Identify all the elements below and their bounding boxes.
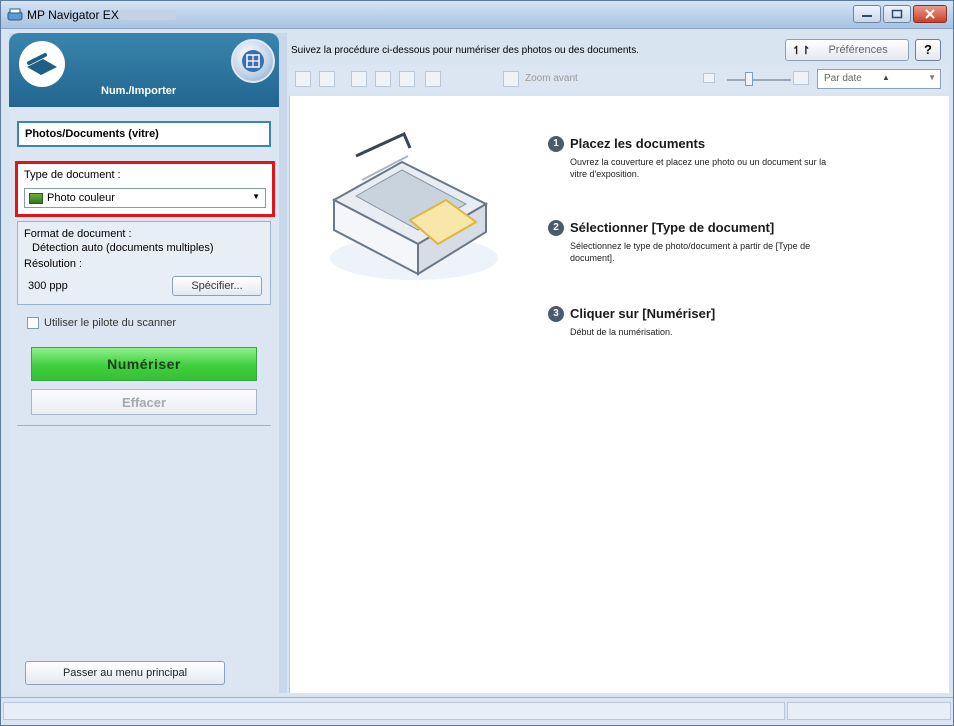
help-button[interactable]: ? — [915, 39, 941, 61]
rotate-right-icon[interactable] — [375, 71, 391, 87]
window-title: MP Navigator EX — [27, 8, 119, 22]
scan-button[interactable]: Numériser — [31, 347, 257, 381]
close-button[interactable] — [913, 5, 947, 23]
scan-settings-panel: Photos/Documents (vitre) Type de documen… — [9, 107, 279, 693]
minimize-icon — [862, 15, 872, 17]
slider-thumb[interactable] — [745, 72, 753, 86]
step-number: 2 — [548, 220, 564, 236]
scan-header: Num./Importer — [9, 33, 279, 107]
select-all-icon[interactable] — [295, 71, 311, 87]
step-number: 1 — [548, 136, 564, 152]
crop-icon[interactable] — [425, 71, 441, 87]
format-label: Format de document : — [24, 228, 132, 240]
resolution-value: 300 ppp — [28, 280, 68, 292]
zoom-icon[interactable] — [503, 71, 519, 87]
app-icon — [7, 8, 23, 21]
chevron-down-icon: ▼ — [252, 192, 260, 201]
app-window: MP Navigator EX Num./Importer Photos/Doc… — [0, 0, 954, 726]
specify-button[interactable]: Spécifier... — [172, 276, 262, 296]
main-canvas: 1 Placez les documents Ouvrez la couvert… — [289, 96, 949, 693]
scanner-driver-label: Utiliser le pilote du scanner — [44, 317, 177, 329]
zoom-label[interactable]: Zoom avant — [525, 73, 578, 84]
source-mode-button[interactable]: Photos/Documents (vitre) — [17, 121, 271, 147]
step-title: Sélectionner [Type de document] — [570, 220, 775, 235]
doctype-label: Type de document : — [24, 169, 121, 181]
title-version-blur — [119, 10, 177, 20]
step-title: Cliquer sur [Numériser] — [570, 306, 716, 321]
main-menu-button[interactable]: Passer au menu principal — [25, 661, 225, 685]
left-panel: Num./Importer Photos/Documents (vitre) T… — [9, 33, 287, 693]
rotate-left-icon[interactable] — [351, 71, 367, 87]
sort-select[interactable]: Par date ▲ ▼ — [817, 69, 941, 89]
minimize-button[interactable] — [853, 5, 881, 23]
deselect-icon[interactable] — [319, 71, 335, 87]
status-bar — [1, 697, 953, 725]
maximize-icon — [891, 9, 903, 19]
sort-value: Par date — [824, 73, 862, 84]
preferences-label: Préférences — [828, 44, 888, 56]
separator — [17, 425, 271, 426]
invert-icon[interactable] — [399, 71, 415, 87]
preferences-icon: ↿↾ — [792, 44, 811, 57]
scanner-driver-checkbox[interactable] — [27, 317, 39, 329]
sort-ascending-icon: ▲ — [882, 73, 890, 82]
doctype-value: Photo couleur — [47, 192, 115, 204]
instruction-bar: Suivez la procédure ci-dessous pour numé… — [289, 37, 949, 61]
header-label: Num./Importer — [101, 85, 177, 97]
status-cell-secondary — [787, 702, 951, 720]
grid-view-icon — [242, 50, 264, 72]
toolbar: Zoom avant Par date ▲ ▼ — [289, 65, 949, 93]
step-number: 3 — [548, 306, 564, 322]
step-desc: Ouvrez la couverture et placez une photo… — [570, 157, 827, 179]
scanner-driver-option[interactable]: Utiliser le pilote du scanner — [27, 317, 176, 329]
maximize-button[interactable] — [883, 5, 911, 23]
panel-edge — [279, 33, 287, 693]
title-bar: MP Navigator EX — [1, 1, 953, 29]
chevron-down-icon: ▼ — [928, 73, 936, 82]
format-value: Détection auto (documents multiples) — [32, 242, 214, 254]
view-switch-button[interactable] — [231, 39, 275, 83]
thumbnail-size-slider[interactable] — [727, 79, 791, 81]
instruction-text: Suivez la procédure ci-dessous pour numé… — [291, 45, 639, 56]
photo-icon — [29, 192, 43, 204]
thumbnail-large-icon — [793, 71, 809, 85]
clear-button[interactable]: Effacer — [31, 389, 257, 415]
status-cell-main — [3, 702, 785, 720]
step-desc: Début de la numérisation. — [570, 327, 673, 337]
step-title: Placez les documents — [570, 136, 706, 151]
doc-settings: Format de document : Détection auto (doc… — [17, 221, 271, 305]
resolution-label: Résolution : — [24, 258, 83, 270]
doctype-highlight: Type de document : Photo couleur ▼ — [15, 161, 275, 217]
scanner-illustration — [330, 131, 498, 280]
thumbnail-small-icon — [703, 73, 715, 83]
doctype-select[interactable]: Photo couleur ▼ — [24, 188, 266, 208]
close-icon — [925, 9, 935, 19]
step-desc: Sélectionnez le type de photo/document à… — [570, 241, 811, 263]
preferences-button[interactable]: ↿↾ Préférences — [785, 39, 909, 61]
scanner-icon — [19, 41, 65, 87]
